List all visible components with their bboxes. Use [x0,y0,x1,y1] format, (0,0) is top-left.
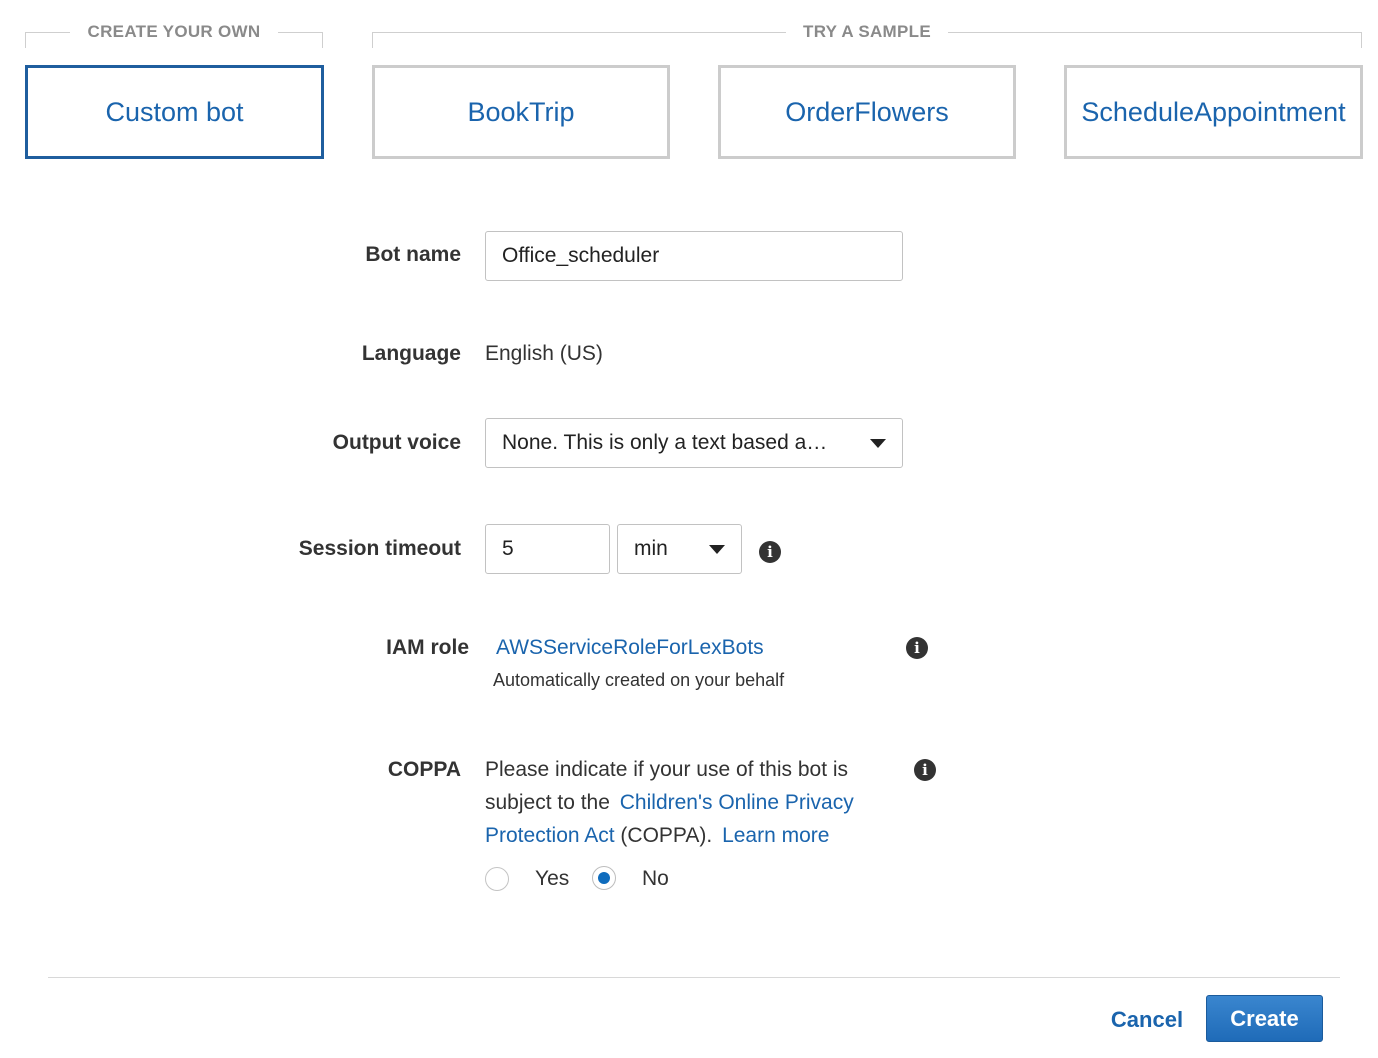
coppa-no-label[interactable]: No [642,867,669,891]
cancel-button[interactable]: Cancel [1100,1000,1194,1040]
create-your-own-label: CREATE YOUR OWN [87,22,261,41]
session-timeout-label: Session timeout [298,537,461,560]
coppa-law-link-part-1[interactable]: Children's Online Privacy [620,791,854,814]
footer-divider [48,977,1340,978]
caret-down-icon [709,545,725,554]
output-voice-label: Output voice [332,431,461,454]
session-timeout-unit-select[interactable]: min [617,524,742,574]
card-orderflowers[interactable]: OrderFlowers [718,65,1016,159]
header-tick-left [25,32,26,48]
iam-role-note: Automatically created on your behalf [493,670,785,690]
language-label: Language [361,342,461,365]
coppa-yes-radio[interactable] [485,867,509,891]
session-timeout-input[interactable]: 5 [485,524,610,574]
coppa-text-line-2: subject to the Children's Online Privacy [485,791,854,815]
output-voice-value: None. This is only a text based a… [502,431,828,454]
coppa-text-line-3: Protection Act (COPPA). Learn more [485,824,829,848]
session-timeout-value: 5 [502,537,514,560]
header-tick-right [322,32,323,48]
header-rule-right [278,32,323,33]
coppa-learn-more-link[interactable]: Learn more [722,824,829,847]
bot-name-label: Bot name [365,243,461,266]
coppa-text-line-1: Please indicate if your use of this bot … [485,758,849,781]
info-icon[interactable]: i [906,637,928,659]
coppa-law-link-part-2[interactable]: Protection Act [485,824,615,847]
iam-role-link[interactable]: AWSServiceRoleForLexBots [496,636,764,660]
bot-name-value: Office_scheduler [502,244,660,267]
card-booktrip[interactable]: BookTrip [372,65,670,159]
bot-name-input[interactable]: Office_scheduler [485,231,903,281]
iam-role-label: IAM role [386,636,469,659]
sample-rule-right [948,32,1362,33]
create-button[interactable]: Create [1206,995,1323,1042]
card-custom-bot[interactable]: Custom bot [25,65,324,159]
coppa-subject-text: subject to the [485,791,610,814]
card-scheduleappointment[interactable]: ScheduleAppointment [1064,65,1363,159]
sample-tick-right [1361,32,1362,48]
coppa-label: COPPA [387,758,461,781]
session-timeout-unit: min [634,537,668,560]
caret-down-icon [870,439,886,448]
header-rule-left [25,32,70,33]
info-icon[interactable]: i [759,541,781,563]
try-a-sample-label: TRY A SAMPLE [803,22,931,41]
sample-tick-left [372,32,373,48]
coppa-abbrev-text: (COPPA). [620,824,713,847]
output-voice-select[interactable]: None. This is only a text based a… [485,418,903,468]
language-value: English (US) [485,342,603,365]
sample-rule-left [372,32,786,33]
info-icon[interactable]: i [914,759,936,781]
coppa-yes-label[interactable]: Yes [535,867,569,891]
coppa-no-radio[interactable] [592,866,616,890]
